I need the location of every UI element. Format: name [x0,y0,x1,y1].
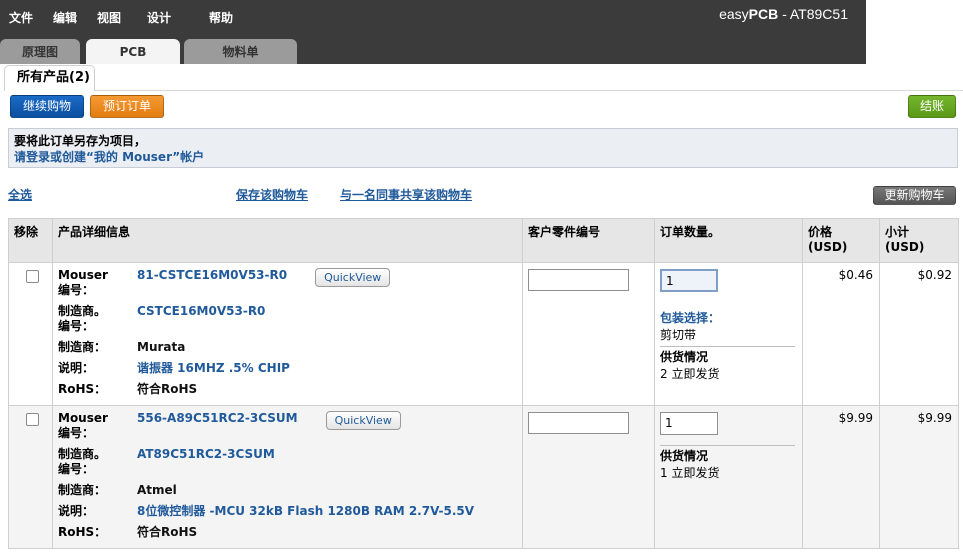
select-all-link[interactable]: 全选 [8,186,32,203]
unit-price: $0.46 [802,262,880,406]
subtotal: $0.92 [879,262,959,406]
col-qty: 订单数量。 [654,218,803,263]
label-mouser-no: Mouser 编号： [58,268,108,297]
project-name: - AT89C51 [778,6,848,22]
menu-view[interactable]: 视图 [97,9,147,26]
brand-bold: PCB [748,6,779,22]
quickview-button[interactable]: QuickView [315,268,391,287]
divider [660,445,795,446]
login-link[interactable]: 请登录或创建“我的 Mouser”帐户 [14,149,952,165]
label-desc: 说明： [58,361,95,375]
mfr-part-link[interactable]: AT89C51RC2-3CSUM [137,447,517,477]
availability-title: 供货情况 [660,449,709,463]
checkout-button[interactable]: 结账 [908,95,956,118]
packaging-value: 剪切带 [660,328,697,342]
col-remove: 移除 [8,218,53,263]
tab-bom[interactable]: 物料单 [184,39,297,64]
menu-bar: 文件 编辑 视图 设计 帮助 [9,9,249,26]
description-link[interactable]: 谐振器 16MHZ .5% CHIP [137,361,517,376]
availability-title: 供货情况 [660,350,709,364]
app-title: easyPCB - AT89C51 [719,6,848,22]
label-mfr-no: 制造商。 编号： [58,304,107,333]
mfr-name: Murata [137,340,186,354]
tab-all-products[interactable]: 所有产品(2) [4,65,95,91]
tab-schematic[interactable]: 原理图 [0,39,80,64]
product-details: Mouser 编号： 81-CSTCE16M0V53-R0 QuickView 制… [58,268,517,397]
subtotal: $9.99 [879,405,959,549]
availability-value: 2 立即发货 [660,367,720,381]
save-order-notice: 要将此订单另存为项目， 请登录或创建“我的 Mouser”帐户 [8,128,958,168]
label-mfr: 制造商： [58,483,107,497]
quantity-input[interactable]: 1 [660,412,718,435]
notice-line1: 要将此订单另存为项目， [14,134,147,148]
tab-pcb[interactable]: PCB [86,39,180,64]
rohs-status: 符合RoHS [137,382,198,396]
remove-checkbox[interactable] [26,413,39,426]
col-details: 产品详细信息 [52,218,523,263]
table-header-row: 移除 产品详细信息 客户零件编号 订单数量。 价格 (USD) 小计 (USD) [8,218,959,263]
share-cart-link[interactable]: 与一名同事共享该购物车 [340,186,472,203]
product-details: Mouser 编号： 556-A89C51RC2-3CSUM QuickView … [58,411,517,540]
mouser-part-link[interactable]: 556-A89C51RC2-3CSUM [137,411,298,425]
menu-help[interactable]: 帮助 [209,9,249,26]
menu-design[interactable]: 设计 [147,9,209,26]
preorder-button[interactable]: 预订订单 [90,95,164,118]
cart-table: 移除 产品详细信息 客户零件编号 订单数量。 价格 (USD) 小计 (USD)… [8,218,959,549]
label-rohs: RoHS： [58,525,107,539]
availability-value: 1 立即发货 [660,466,720,480]
brand-light: easy [719,6,749,22]
table-row: Mouser 编号： 81-CSTCE16M0V53-R0 QuickView 制… [8,262,959,406]
app-bar: 文件 编辑 视图 设计 帮助 easyPCB - AT89C51 原理图 PCB… [0,0,866,64]
quickview-button[interactable]: QuickView [325,411,401,430]
table-row: Mouser 编号： 556-A89C51RC2-3CSUM QuickView … [8,405,959,549]
customer-part-input[interactable] [528,412,629,434]
label-mfr: 制造商： [58,340,107,354]
rohs-status: 符合RoHS [137,525,198,539]
menu-file[interactable]: 文件 [9,9,53,26]
mfr-name: Atmel [137,483,177,497]
description-link[interactable]: 8位微控制器 -MCU 32kB Flash 1280B RAM 2.7V-5.… [137,504,517,519]
packaging-label[interactable]: 包装选择： [660,309,797,326]
continue-shopping-button[interactable]: 继续购物 [10,95,84,118]
save-cart-link[interactable]: 保存该购物车 [236,186,308,203]
mfr-part-link[interactable]: CSTCE16M0V53-R0 [137,304,517,334]
label-mfr-no: 制造商。 编号： [58,447,107,476]
col-subtotal: 小计 (USD) [879,218,959,263]
menu-edit[interactable]: 编辑 [53,9,97,26]
unit-price: $9.99 [802,405,880,549]
col-price: 价格 (USD) [802,218,880,263]
label-mouser-no: Mouser 编号： [58,411,108,440]
divider [660,346,795,347]
remove-checkbox[interactable] [26,270,39,283]
col-customer-part: 客户零件编号 [522,218,655,263]
quantity-input[interactable]: 1 [660,269,718,292]
label-rohs: RoHS： [58,382,107,396]
mouser-part-link[interactable]: 81-CSTCE16M0V53-R0 [137,268,287,282]
customer-part-input[interactable] [528,269,629,291]
update-cart-button[interactable]: 更新购物车 [873,186,956,205]
label-desc: 说明： [58,504,95,518]
divider [95,90,963,91]
